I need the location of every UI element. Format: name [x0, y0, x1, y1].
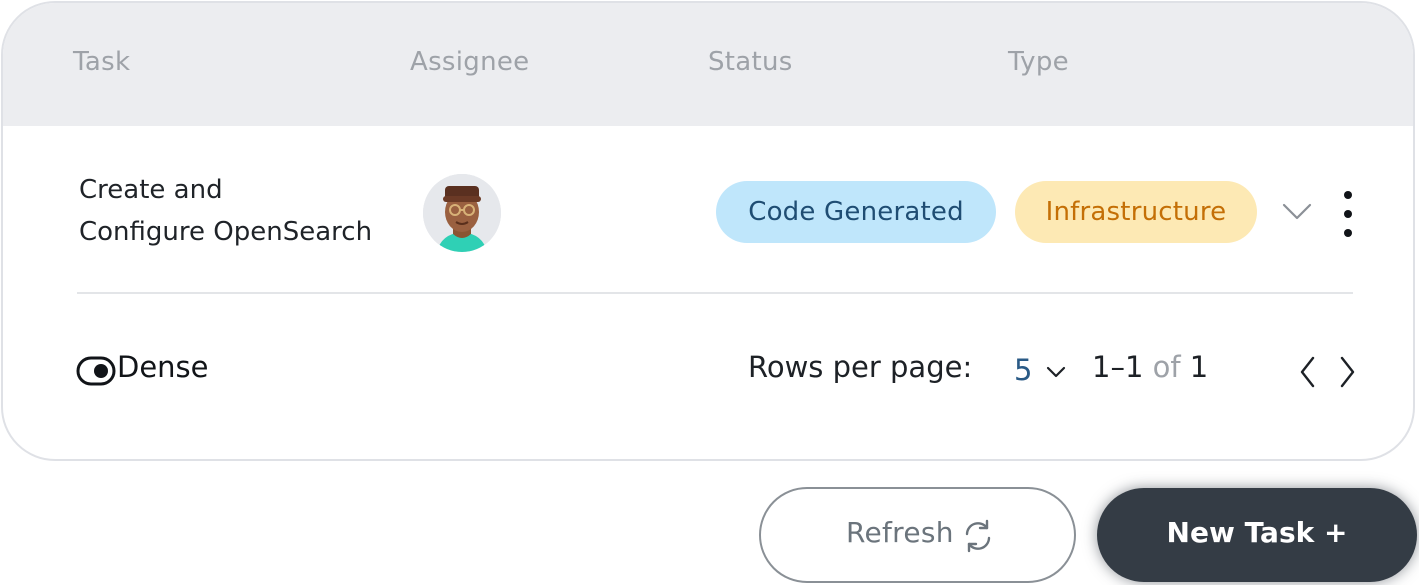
chevron-right-icon[interactable] [1337, 354, 1357, 390]
rows-per-page-select[interactable]: 5 [1014, 353, 1032, 387]
task-name-line-1: Create and [79, 175, 223, 205]
tasks-table-card: Task Assignee Status Type Create and Con… [1, 1, 1415, 461]
new-task-button[interactable]: New Task + [1097, 488, 1417, 582]
pagination-range: 1–1 of 1 [1092, 350, 1208, 384]
status-badge[interactable]: Code Generated [716, 181, 996, 243]
range-start: 1–1 [1092, 350, 1144, 384]
chevron-down-icon[interactable] [1280, 199, 1314, 223]
toggle-icon[interactable] [76, 356, 116, 386]
chevron-down-icon[interactable] [1045, 364, 1067, 380]
assignee-avatar[interactable] [423, 174, 501, 252]
refresh-button-label: Refresh [846, 516, 954, 549]
refresh-button[interactable]: Refresh [759, 487, 1076, 583]
task-name-line-2: Configure OpenSearch [79, 217, 373, 247]
range-of: of [1152, 350, 1181, 384]
column-header-status[interactable]: Status [708, 47, 793, 77]
refresh-icon [965, 519, 991, 553]
new-task-button-label: New Task + [1166, 516, 1348, 549]
table-header: Task Assignee Status Type [3, 3, 1413, 126]
chevron-left-icon[interactable] [1298, 354, 1318, 390]
row-divider [77, 292, 1353, 294]
column-header-assignee[interactable]: Assignee [410, 47, 529, 77]
avatar-3d-person-icon [423, 174, 501, 252]
task-name: Create and Configure OpenSearch [79, 169, 372, 253]
range-total: 1 [1189, 350, 1209, 384]
column-header-task[interactable]: Task [73, 47, 130, 77]
rows-per-page-label: Rows per page: [748, 350, 973, 384]
type-badge[interactable]: Infrastructure [1015, 181, 1257, 243]
dense-toggle-label[interactable]: Dense [117, 350, 209, 384]
column-header-type[interactable]: Type [1008, 47, 1069, 77]
more-vertical-icon[interactable] [1336, 189, 1360, 239]
